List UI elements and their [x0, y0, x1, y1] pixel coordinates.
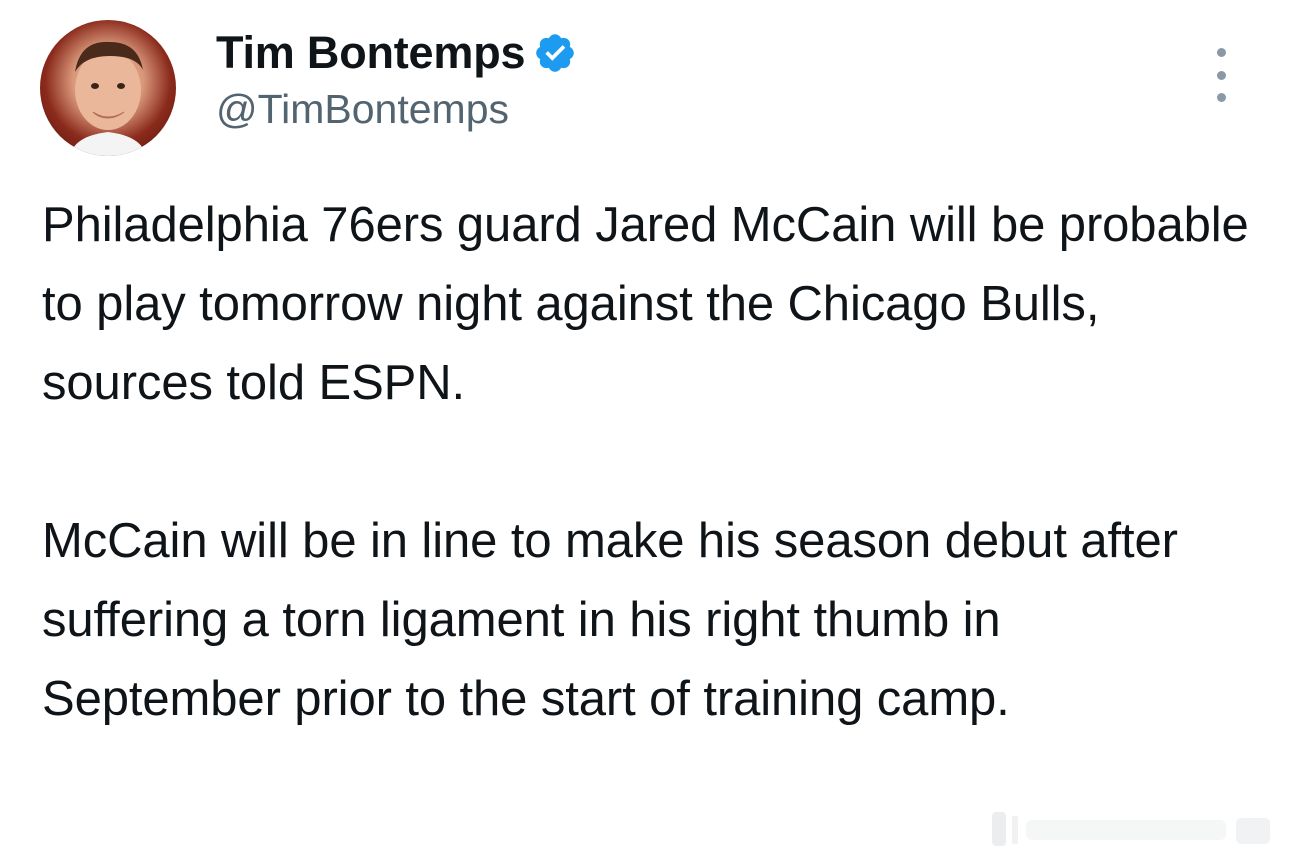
watermark-logo-icon [986, 806, 1282, 852]
verified-badge-icon[interactable] [533, 31, 577, 75]
more-dot [1216, 70, 1226, 80]
author-handle[interactable]: @TimBontemps [216, 86, 577, 133]
author-display-name[interactable]: Tim Bontemps [216, 27, 526, 79]
more-dot [1216, 93, 1226, 102]
tweet-paragraph: Philadelphia 76ers guard Jared McCain wi… [42, 198, 1249, 410]
tweet-paragraph: McCain will be in line to make his seaso… [42, 514, 1178, 726]
tweet-card: Tim Bontemps @TimBontemps Philadelphia 7… [0, 0, 1290, 858]
author-avatar[interactable] [40, 20, 176, 156]
tweet-text: Philadelphia 76ers guard Jared McCain wi… [42, 186, 1252, 739]
more-dot [1216, 48, 1226, 57]
name-row: Tim Bontemps [216, 24, 577, 82]
author-info: Tim Bontemps @TimBontemps [216, 24, 577, 133]
more-options-icon[interactable] [1196, 48, 1246, 102]
avatar-photo-icon [70, 41, 146, 156]
